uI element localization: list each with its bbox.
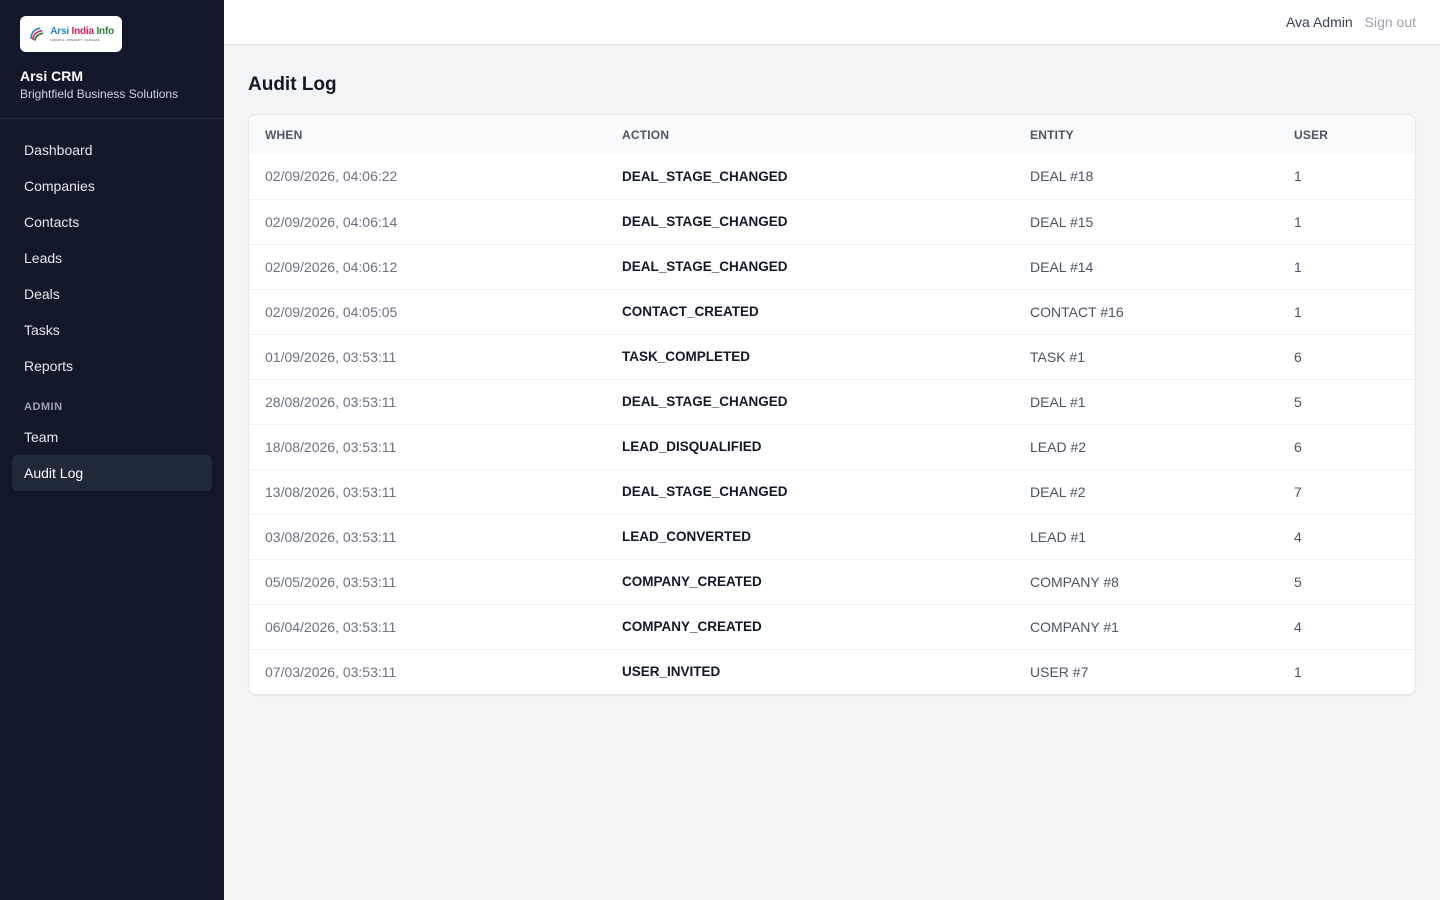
brand-header: Arsi India Info GROWTH • INTEGRITY • SUC… (0, 0, 224, 119)
cell-entity: DEAL #1 (1030, 393, 1086, 410)
cell-action: TASK_COMPLETED (622, 349, 751, 364)
cell-entity: DEAL #2 (1030, 483, 1086, 500)
sidebar-item-dashboard[interactable]: Dashboard (12, 132, 212, 168)
sidebar-item-leads[interactable]: Leads (12, 240, 212, 276)
organization-name: Brightfield Business Solutions (20, 87, 179, 101)
sidebar-item-contacts[interactable]: Contacts (12, 204, 212, 240)
cell-when: 07/03/2026, 03:53:11 (265, 663, 397, 680)
cell-action: DEAL_STAGE_CHANGED (622, 168, 788, 184)
cell-user: 6 (1294, 348, 1302, 365)
main-content: Audit Log When Action Entity User 02/09/… (248, 45, 1416, 695)
top-bar: Ava Admin Sign out (224, 0, 1440, 45)
cell-user: 1 (1294, 168, 1302, 185)
cell-user: 1 (1294, 213, 1302, 230)
cell-user: 5 (1294, 573, 1302, 590)
table-header-row: When Action Entity User (249, 115, 1415, 154)
sign-out-link[interactable]: Sign out (1365, 14, 1416, 30)
sidebar-item-audit-log[interactable]: Audit Log (12, 455, 212, 491)
cell-when: 02/09/2026, 04:06:12 (265, 258, 398, 275)
table-row: 02/09/2026, 04:06:12 DEAL_STAGE_CHANGED DE… (249, 244, 1415, 289)
cell-entity: COMPANY #1 (1030, 618, 1119, 635)
cell-user: 1 (1294, 258, 1302, 275)
table-body: 02/09/2026, 04:06:22 DEAL_STAGE_CHANGED DE… (249, 154, 1415, 694)
cell-user: 1 (1294, 663, 1302, 680)
current-user-name: Ava Admin (1285, 14, 1353, 30)
cell-when: 02/09/2026, 04:06:22 (265, 168, 398, 185)
cell-entity: CONTACT #16 (1030, 303, 1124, 320)
company-logo[interactable]: Arsi India Info GROWTH • INTEGRITY • SUC… (20, 16, 122, 52)
cell-action: USER_INVITED (622, 664, 721, 680)
table-row: 02/09/2026, 04:06:14 DEAL_STAGE_CHANGED DE… (249, 199, 1415, 244)
table-row: 18/08/2026, 03:53:11 LEAD_DISQUALIFIED LEA… (249, 424, 1415, 469)
cell-when: 05/05/2026, 03:53:11 (265, 573, 397, 590)
sidebar-item-team[interactable]: Team (12, 419, 212, 455)
cell-entity: DEAL #18 (1030, 168, 1094, 185)
cell-user: 4 (1294, 618, 1302, 635)
table-row: 13/08/2026, 03:53:11 DEAL_STAGE_CHANGED DE… (249, 469, 1415, 514)
app-name: Arsi CRM (20, 68, 84, 84)
column-header-entity: Entity (1030, 127, 1074, 142)
sidebar-item-tasks[interactable]: Tasks (12, 312, 212, 348)
cell-entity: DEAL #14 (1030, 258, 1094, 275)
cell-action: COMPANY_CREATED (622, 574, 762, 589)
cell-entity: USER #7 (1030, 663, 1089, 680)
logo-text: Arsi India Info GROWTH • INTEGRITY • SUC… (50, 25, 114, 42)
cell-when: 02/09/2026, 04:05:05 (265, 303, 398, 320)
table-row: 02/09/2026, 04:05:05 CONTACT_CREATED CONTA… (249, 289, 1415, 334)
cell-action: CONTACT_CREATED (622, 304, 759, 319)
sidebar-item-deals[interactable]: Deals (12, 276, 212, 312)
logo-tagline: GROWTH • INTEGRITY • SUCCESS (50, 37, 100, 42)
column-header-user: User (1294, 127, 1329, 142)
table-row: 28/08/2026, 03:53:11 DEAL_STAGE_CHANGED DE… (249, 379, 1415, 424)
logo-wordmark: Arsi India Info (50, 25, 114, 37)
cell-user: 7 (1294, 483, 1302, 500)
column-header-when: When (265, 127, 303, 142)
cell-user: 1 (1294, 303, 1302, 320)
cell-entity: LEAD #2 (1030, 438, 1087, 455)
cell-action: LEAD_DISQUALIFIED (622, 439, 762, 454)
cell-when: 06/04/2026, 03:53:11 (265, 618, 397, 635)
cell-when: 01/09/2026, 03:53:11 (265, 348, 397, 365)
cell-action: COMPANY_CREATED (622, 619, 762, 634)
logo-swirl-icon (30, 27, 44, 41)
cell-user: 6 (1294, 438, 1302, 455)
cell-action: DEAL_STAGE_CHANGED (622, 214, 788, 229)
column-header-action: Action (622, 127, 670, 142)
cell-entity: COMPANY #8 (1030, 573, 1119, 590)
cell-user: 4 (1294, 528, 1302, 545)
cell-when: 03/08/2026, 03:53:11 (265, 528, 397, 545)
sidebar-section-admin: ADMIN (24, 401, 63, 413)
cell-user: 5 (1294, 393, 1302, 410)
cell-action: DEAL_STAGE_CHANGED (622, 259, 788, 274)
cell-entity: DEAL #15 (1030, 213, 1094, 230)
table-row: 02/09/2026, 04:06:22 DEAL_STAGE_CHANGED DE… (249, 154, 1415, 199)
sidebar-item-reports[interactable]: Reports (12, 348, 212, 384)
cell-entity: TASK #1 (1030, 348, 1085, 365)
table-row: 07/03/2026, 03:53:11 USER_INVITED USER #7 1 (249, 649, 1415, 694)
cell-when: 02/09/2026, 04:06:14 (265, 213, 398, 230)
cell-when: 13/08/2026, 03:53:11 (265, 483, 397, 500)
cell-entity: LEAD #1 (1030, 528, 1087, 545)
page-title: Audit Log (248, 74, 337, 95)
cell-action: DEAL_STAGE_CHANGED (622, 394, 788, 409)
audit-log-table-card: When Action Entity User 02/09/2026, 04:0… (248, 114, 1416, 695)
table-row: 05/05/2026, 03:53:11 COMPANY_CREATED COMPA… (249, 559, 1415, 604)
cell-action: LEAD_CONVERTED (622, 529, 752, 544)
cell-when: 18/08/2026, 03:53:11 (265, 438, 397, 455)
table-row: 06/04/2026, 03:53:11 COMPANY_CREATED COMPA… (249, 604, 1415, 649)
cell-when: 28/08/2026, 03:53:11 (265, 393, 397, 410)
audit-log-table: When Action Entity User 02/09/2026, 04:0… (249, 115, 1415, 694)
sidebar: Arsi India Info GROWTH • INTEGRITY • SUC… (0, 0, 224, 900)
sidebar-nav: Dashboard Companies Contacts Leads Deals… (0, 119, 224, 491)
table-row: 03/08/2026, 03:53:11 LEAD_CONVERTED LEAD #… (249, 514, 1415, 559)
sidebar-item-companies[interactable]: Companies (12, 168, 212, 204)
cell-action: DEAL_STAGE_CHANGED (622, 484, 788, 499)
table-row: 01/09/2026, 03:53:11 TASK_COMPLETED TASK #… (249, 334, 1415, 379)
